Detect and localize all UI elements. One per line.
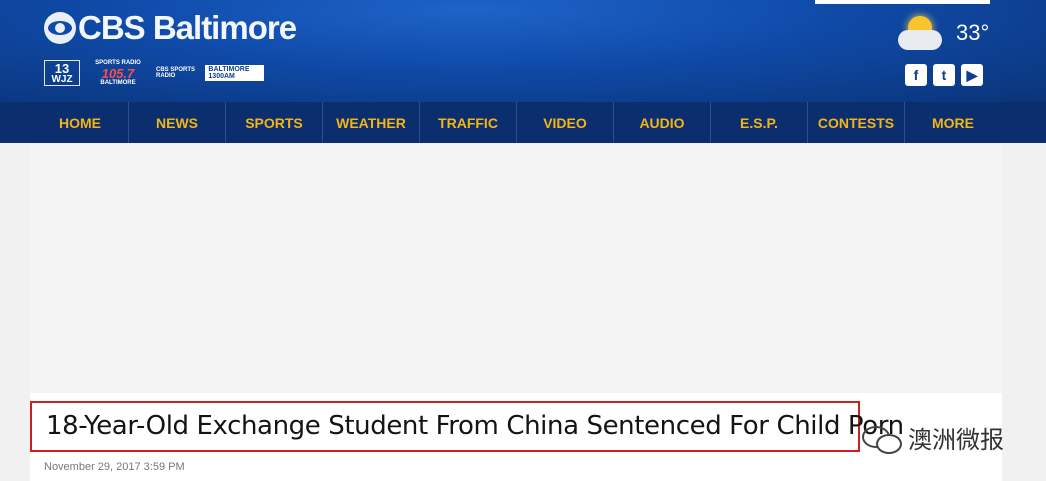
cbs-sports-label: CBS SPORTS RADIO xyxy=(156,67,196,79)
nav-esp[interactable]: E.S.P. xyxy=(711,102,808,143)
social-links: f t ▶ xyxy=(905,64,983,86)
top-search-bar[interactable] xyxy=(815,0,990,4)
fan-frequency: 105.7 xyxy=(101,65,135,81)
site-header: CBS Baltimore 13 WJZ SPORTS RADIO 105.7 … xyxy=(0,0,1046,102)
fan-logo[interactable]: SPORTS RADIO 105.7 BALTIMORE xyxy=(88,60,148,86)
nav-home[interactable]: HOME xyxy=(32,102,129,143)
headline-highlight: 18-Year-Old Exchange Student From China … xyxy=(30,401,904,452)
wechat-icon xyxy=(862,424,902,454)
article-headline: 18-Year-Old Exchange Student From China … xyxy=(46,411,904,441)
article-date: November 29, 2017 3:59 PM xyxy=(44,461,185,473)
wjz-label: WJZ xyxy=(51,73,73,85)
ad-placeholder xyxy=(30,143,1002,393)
brand-name: CBS Baltimore xyxy=(78,9,297,46)
nav-weather[interactable]: WEATHER xyxy=(323,102,420,143)
station-logos: 13 WJZ SPORTS RADIO 105.7 BALTIMORE CBS … xyxy=(44,60,264,86)
wjz-logo[interactable]: 13 WJZ xyxy=(44,60,80,86)
nav-more[interactable]: MORE xyxy=(905,102,1001,143)
cbs-baltimore-logo[interactable]: CBS Baltimore xyxy=(44,9,297,46)
watermark-text: 澳洲微报 xyxy=(908,426,1004,454)
twitter-icon[interactable]: t xyxy=(933,64,955,86)
partly-sunny-icon xyxy=(898,14,942,52)
youtube-icon[interactable]: ▶ xyxy=(961,64,983,86)
cbs-sports-radio-logo[interactable]: CBS SPORTS RADIO BALTIMORE 1300AM xyxy=(156,64,264,82)
cbs-eye-icon xyxy=(44,12,76,44)
main-nav: HOME NEWS SPORTS WEATHER TRAFFIC VIDEO A… xyxy=(0,102,1046,143)
wechat-watermark: 澳洲微报 xyxy=(862,420,1004,455)
temperature: 33° xyxy=(956,20,990,45)
wjz-number: 13 xyxy=(54,60,70,76)
nav-traffic[interactable]: TRAFFIC xyxy=(420,102,517,143)
nav-audio[interactable]: AUDIO xyxy=(614,102,711,143)
cbs-sports-box: BALTIMORE 1300AM xyxy=(205,65,264,81)
nav-news[interactable]: NEWS xyxy=(129,102,226,143)
nav-sports[interactable]: SPORTS xyxy=(226,102,323,143)
fan-bottom-label: BALTIMORE xyxy=(100,79,136,86)
weather-widget[interactable]: 33° xyxy=(898,14,989,52)
facebook-icon[interactable]: f xyxy=(905,64,927,86)
nav-contests[interactable]: CONTESTS xyxy=(808,102,905,143)
nav-video[interactable]: VIDEO xyxy=(517,102,614,143)
